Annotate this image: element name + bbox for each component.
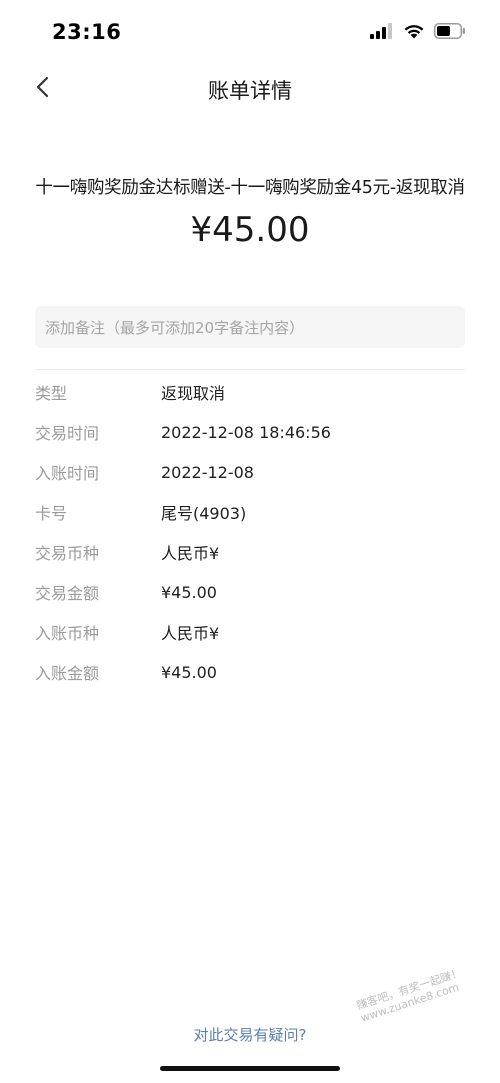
detail-row-posting-currency: 入账币种 人民币¥ bbox=[35, 612, 465, 652]
detail-row-posting-time: 入账时间 2022-12-08 bbox=[35, 452, 465, 492]
detail-value: ¥45.00 bbox=[161, 662, 217, 682]
detail-row-transaction-time: 交易时间 2022-12-08 18:46:56 bbox=[35, 412, 465, 452]
cellular-signal-icon bbox=[370, 23, 394, 43]
nav-bar: 账单详情 bbox=[0, 64, 500, 114]
detail-value: 返现取消 bbox=[161, 384, 226, 403]
detail-label: 交易币种 bbox=[35, 544, 100, 563]
detail-row-posting-amount: 入账金额 ¥45.00 bbox=[35, 652, 465, 692]
page-title: 账单详情 bbox=[208, 79, 292, 103]
detail-value: 2022-12-08 bbox=[161, 462, 254, 482]
detail-value: 尾号(4903) bbox=[161, 504, 247, 523]
wifi-icon bbox=[403, 23, 425, 43]
note-placeholder: 添加备注（最多可添加20字备注内容） bbox=[45, 318, 305, 337]
detail-label: 入账时间 bbox=[35, 464, 100, 483]
transaction-question-link[interactable]: 对此交易有疑问? bbox=[0, 1024, 500, 1045]
detail-value: ¥45.00 bbox=[161, 582, 217, 602]
battery-icon bbox=[434, 23, 466, 43]
status-bar: 23:16 bbox=[0, 0, 500, 64]
detail-row-card-number: 卡号 尾号(4903) bbox=[35, 492, 465, 532]
detail-row-transaction-amount: 交易金额 ¥45.00 bbox=[35, 572, 465, 612]
detail-value: 人民币¥ bbox=[161, 624, 220, 643]
home-indicator[interactable] bbox=[160, 1066, 340, 1071]
detail-label: 交易金额 bbox=[35, 584, 100, 603]
detail-row-type: 类型 返现取消 bbox=[35, 372, 465, 412]
detail-row-transaction-currency: 交易币种 人民币¥ bbox=[35, 532, 465, 572]
watermark: 赚客吧，有奖一起赚！ www.zuanke8.com bbox=[355, 954, 500, 1025]
status-time: 23:16 bbox=[52, 20, 122, 44]
transaction-title: 十一嗨购奖励金达标赠送-十一嗨购奖励金45元-返现取消 bbox=[35, 178, 465, 198]
status-icons bbox=[370, 23, 466, 43]
detail-label: 入账金额 bbox=[35, 664, 100, 683]
detail-list: 类型 返现取消 交易时间 2022-12-08 18:46:56 入账时间 20… bbox=[35, 372, 465, 692]
detail-label: 卡号 bbox=[35, 504, 68, 523]
note-input[interactable]: 添加备注（最多可添加20字备注内容） bbox=[35, 306, 465, 348]
detail-value: 2022-12-08 18:46:56 bbox=[161, 422, 331, 442]
divider bbox=[35, 369, 465, 370]
detail-value: 人民币¥ bbox=[161, 544, 220, 563]
transaction-amount: ¥45.00 bbox=[190, 210, 310, 250]
detail-label: 入账币种 bbox=[35, 624, 100, 643]
detail-label: 交易时间 bbox=[35, 424, 100, 443]
detail-label: 类型 bbox=[35, 384, 68, 403]
